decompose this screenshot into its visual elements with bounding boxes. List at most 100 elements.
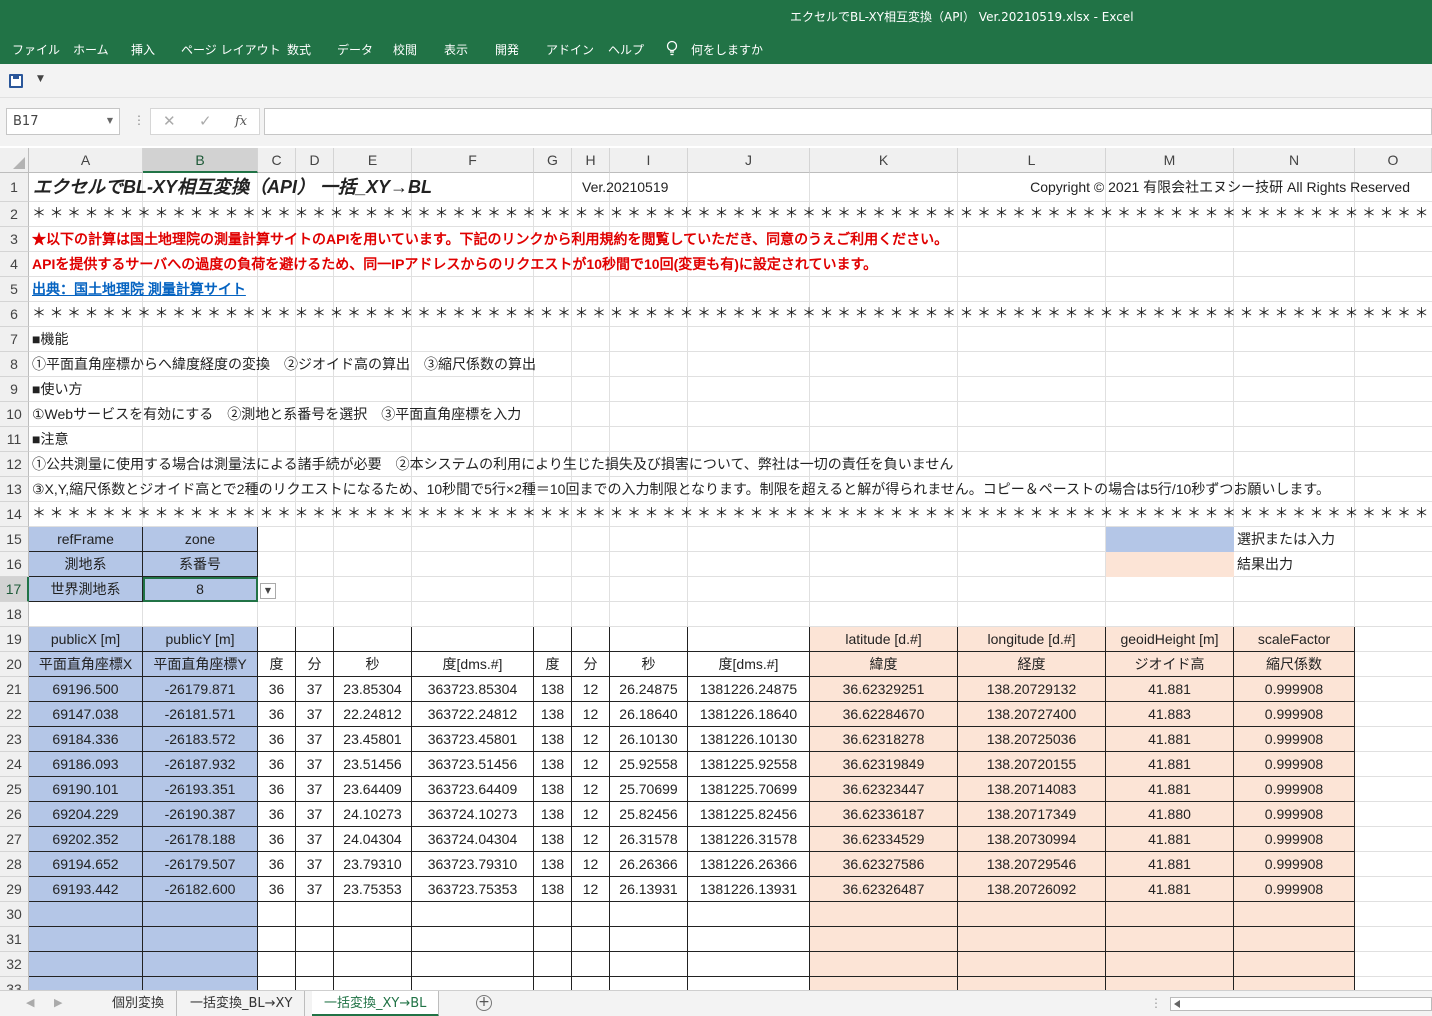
row-header-21[interactable]: 21 bbox=[0, 677, 29, 702]
data-cell-a21[interactable]: 69196.500 bbox=[29, 677, 143, 702]
row-header-16[interactable]: 16 bbox=[0, 552, 29, 577]
row-header-12[interactable]: 12 bbox=[0, 452, 29, 477]
column-header-d[interactable]: D bbox=[296, 148, 334, 173]
row-header-17[interactable]: 17 bbox=[0, 577, 29, 602]
tab-review[interactable]: 校閲 bbox=[393, 41, 417, 58]
tab-home[interactable]: ホーム bbox=[73, 41, 109, 58]
tab-data[interactable]: データ bbox=[337, 41, 373, 58]
row-header-30[interactable]: 30 bbox=[0, 902, 29, 927]
save-icon[interactable] bbox=[9, 74, 23, 88]
column-header-o[interactable]: O bbox=[1355, 148, 1432, 173]
sheet-tab-xy-to-bl[interactable]: 一括変換_XY→BL bbox=[312, 991, 440, 1016]
column-header-f[interactable]: F bbox=[412, 148, 534, 173]
cancel-icon[interactable]: ✕ bbox=[163, 112, 176, 130]
column-header-h[interactable]: H bbox=[572, 148, 610, 173]
row-header-31[interactable]: 31 bbox=[0, 927, 29, 952]
column-header-j[interactable]: J bbox=[688, 148, 810, 173]
column-header-m[interactable]: M bbox=[1106, 148, 1234, 173]
row-header-4[interactable]: 4 bbox=[0, 252, 29, 277]
column-header-l[interactable]: L bbox=[958, 148, 1106, 173]
row-header-6[interactable]: 6 bbox=[0, 302, 29, 327]
dropdown-arrow-icon[interactable]: ▼ bbox=[260, 583, 276, 599]
row-header-11[interactable]: 11 bbox=[0, 427, 29, 452]
row-header-27[interactable]: 27 bbox=[0, 827, 29, 852]
sheet-tab-individual[interactable]: 個別変換 bbox=[100, 991, 178, 1016]
empty-cell-a30[interactable] bbox=[29, 902, 143, 927]
empty-cell-b33[interactable] bbox=[143, 977, 258, 990]
next-sheet-icon[interactable]: ▶ bbox=[54, 996, 62, 1009]
row-header-19[interactable]: 19 bbox=[0, 627, 29, 652]
data-cell-a23[interactable]: 69184.336 bbox=[29, 727, 143, 752]
empty-cell-b30[interactable] bbox=[143, 902, 258, 927]
empty-cell-a31[interactable] bbox=[29, 927, 143, 952]
row-header-15[interactable]: 15 bbox=[0, 527, 29, 552]
data-cell-a28[interactable]: 69194.652 bbox=[29, 852, 143, 877]
tab-formulas[interactable]: 数式 bbox=[287, 41, 311, 58]
row-header-23[interactable]: 23 bbox=[0, 727, 29, 752]
row-header-7[interactable]: 7 bbox=[0, 327, 29, 352]
data-cell-b21[interactable]: -26179.871 bbox=[143, 677, 258, 702]
row-header-32[interactable]: 32 bbox=[0, 952, 29, 977]
prev-sheet-icon[interactable]: ◀ bbox=[26, 996, 34, 1009]
row-header-28[interactable]: 28 bbox=[0, 852, 29, 877]
add-sheet-icon[interactable]: + bbox=[476, 995, 492, 1011]
row-header-2[interactable]: 2 bbox=[0, 202, 29, 227]
row-header-26[interactable]: 26 bbox=[0, 802, 29, 827]
tab-view[interactable]: 表示 bbox=[444, 41, 468, 58]
worksheet-grid[interactable]: A B C D E F G H I J K L M N O 1 2 3 4 5 6 7 8 9 10 11 12 13 14 15 16 17… bbox=[0, 148, 1432, 990]
column-header-i[interactable]: I bbox=[610, 148, 688, 173]
customize-toolbar-icon[interactable]: ▼ bbox=[37, 74, 44, 84]
source-link[interactable]: 出典：国土地理院 測量計算サイト bbox=[29, 277, 572, 302]
tell-me-search[interactable]: 何をしますか bbox=[691, 41, 763, 58]
data-cell-a25[interactable]: 69190.101 bbox=[29, 777, 143, 802]
data-cell-b25[interactable]: -26193.351 bbox=[143, 777, 258, 802]
column-header-a[interactable]: A bbox=[29, 148, 143, 173]
empty-cell-b32[interactable] bbox=[143, 952, 258, 977]
row-header-29[interactable]: 29 bbox=[0, 877, 29, 902]
sheet-tab-bl-to-xy[interactable]: 一括変換_BL→XY bbox=[178, 991, 306, 1016]
refframe-select[interactable]: 世界測地系 bbox=[29, 577, 143, 602]
data-cell-a27[interactable]: 69202.352 bbox=[29, 827, 143, 852]
tab-developer[interactable]: 開発 bbox=[495, 41, 519, 58]
select-all-button[interactable] bbox=[0, 148, 29, 173]
row-header-18[interactable]: 18 bbox=[0, 602, 29, 627]
data-cell-a24[interactable]: 69186.093 bbox=[29, 752, 143, 777]
data-cell-b23[interactable]: -26183.572 bbox=[143, 727, 258, 752]
chevron-down-icon[interactable]: ▼ bbox=[107, 116, 113, 125]
data-cell-b24[interactable]: -26187.932 bbox=[143, 752, 258, 777]
data-cell-b27[interactable]: -26178.188 bbox=[143, 827, 258, 852]
row-header-5[interactable]: 5 bbox=[0, 277, 29, 302]
tab-page-layout[interactable]: ページ レイアウト bbox=[181, 41, 281, 58]
row-header-10[interactable]: 10 bbox=[0, 402, 29, 427]
row-header-1[interactable]: 1 bbox=[0, 173, 29, 202]
tab-file[interactable]: ファイル bbox=[12, 41, 60, 58]
empty-cell-a33[interactable] bbox=[29, 977, 143, 990]
insert-function-icon[interactable]: fx bbox=[235, 114, 247, 129]
data-cell-b29[interactable]: -26182.600 bbox=[143, 877, 258, 902]
tab-addins[interactable]: アドイン bbox=[546, 41, 594, 58]
data-cell-b26[interactable]: -26190.387 bbox=[143, 802, 258, 827]
column-header-k[interactable]: K bbox=[810, 148, 958, 173]
data-cell-a26[interactable]: 69204.229 bbox=[29, 802, 143, 827]
row-header-25[interactable]: 25 bbox=[0, 777, 29, 802]
formula-input[interactable] bbox=[264, 108, 1432, 135]
row-header-14[interactable]: 14 bbox=[0, 502, 29, 527]
row-header-3[interactable]: 3 bbox=[0, 227, 29, 252]
data-cell-a29[interactable]: 69193.442 bbox=[29, 877, 143, 902]
tab-help[interactable]: ヘルプ bbox=[608, 41, 644, 58]
tab-insert[interactable]: 挿入 bbox=[131, 41, 155, 58]
splitter-handle-tabs[interactable]: ⋮ bbox=[1150, 996, 1162, 1010]
column-header-b[interactable]: B bbox=[143, 148, 258, 173]
data-cell-a22[interactable]: 69147.038 bbox=[29, 702, 143, 727]
empty-cell-a32[interactable] bbox=[29, 952, 143, 977]
column-header-g[interactable]: G bbox=[534, 148, 572, 173]
row-header-33[interactable]: 33 bbox=[0, 977, 29, 990]
column-header-e[interactable]: E bbox=[334, 148, 412, 173]
row-header-22[interactable]: 22 bbox=[0, 702, 29, 727]
row-header-13[interactable]: 13 bbox=[0, 477, 29, 502]
enter-icon[interactable]: ✓ bbox=[199, 112, 212, 130]
zone-select[interactable]: 8 bbox=[143, 577, 258, 602]
horizontal-scrollbar[interactable] bbox=[1170, 997, 1432, 1011]
row-header-24[interactable]: 24 bbox=[0, 752, 29, 777]
name-box[interactable]: B17 ▼ bbox=[6, 108, 120, 135]
